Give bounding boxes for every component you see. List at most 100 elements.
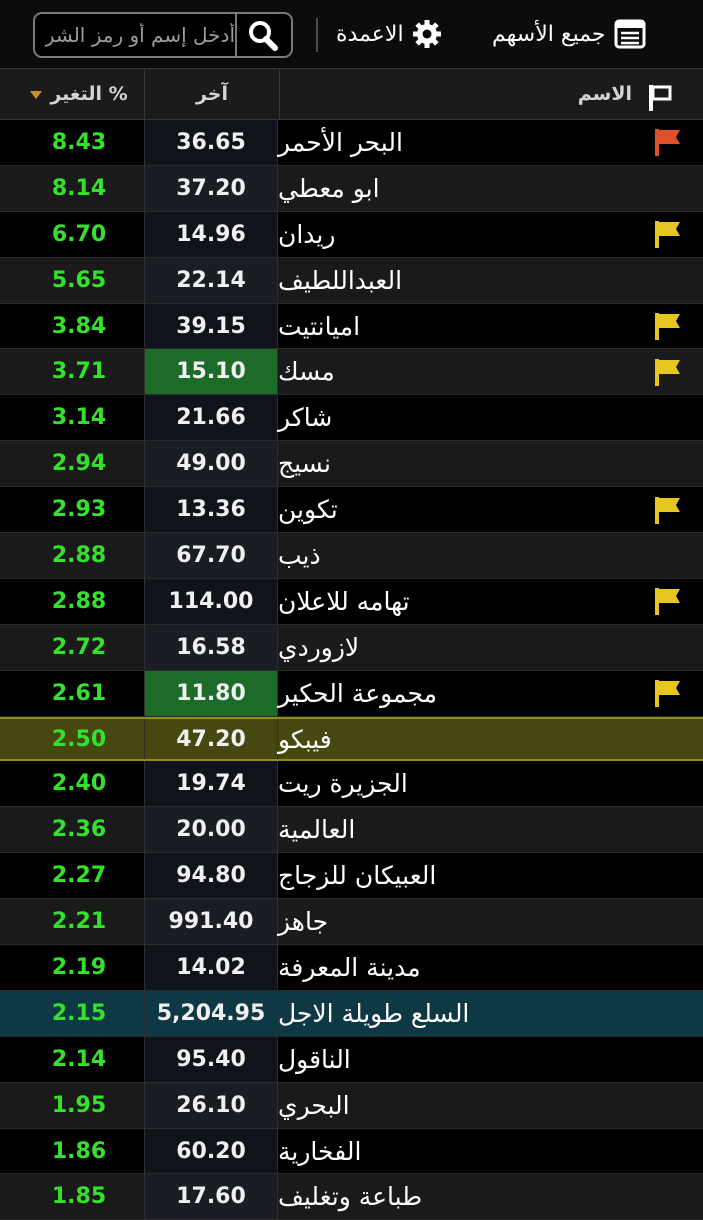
- last-price-cell: 47.20: [144, 718, 278, 760]
- column-header-flag[interactable]: [648, 81, 688, 111]
- last-price-cell: 37.20: [144, 165, 278, 211]
- search-input[interactable]: [39, 18, 241, 52]
- table-row[interactable]: 2.50 47.20 فيبكو: [0, 716, 703, 762]
- stock-name-cell: تهامه للاعلان: [278, 586, 410, 616]
- stock-name-cell: الفخارية: [278, 1136, 362, 1166]
- flag-cell[interactable]: [648, 304, 688, 349]
- stock-name-cell: ريدان: [278, 219, 336, 249]
- change-percent-cell: 2.36: [51, 817, 107, 843]
- flag-cell[interactable]: [648, 625, 688, 670]
- gear-icon: [412, 20, 441, 48]
- stock-name-cell: مدينة المعرفة: [278, 952, 421, 982]
- last-price-cell: 26.10: [144, 1082, 278, 1128]
- table-row[interactable]: 2.88 114.00 تهامه للاعلان: [0, 578, 703, 625]
- search-icon[interactable]: [243, 17, 283, 53]
- table-row[interactable]: 3.71 15.10 مسك: [0, 349, 703, 396]
- stocks-table: 8.43 36.65 البحر الأحمر 8.14 37.20 ابو معطي 6.…: [0, 120, 703, 1220]
- flag-cell[interactable]: [648, 761, 688, 806]
- flag-cell[interactable]: [648, 487, 688, 532]
- column-header-name[interactable]: الاسم: [278, 69, 632, 119]
- stock-name-cell: البحر الأحمر: [278, 127, 403, 157]
- change-percent-cell: 3.71: [51, 359, 107, 385]
- table-row[interactable]: 8.14 37.20 ابو معطي: [0, 165, 703, 212]
- yellow-flag-icon: [655, 313, 680, 340]
- stock-name-cell: اميانتيت: [278, 311, 361, 341]
- flag-cell[interactable]: [648, 395, 688, 440]
- last-price-cell: 114.00: [144, 578, 278, 624]
- flag-cell[interactable]: [648, 719, 688, 760]
- last-price-cell: 22.14: [144, 257, 278, 303]
- table-row[interactable]: 2.27 94.80 العبيكان للزجاج: [0, 853, 703, 900]
- table-row[interactable]: 2.88 67.70 ذيب: [0, 533, 703, 579]
- table-row[interactable]: 2.15 5,204.95 السلع طويلة الاجل: [0, 990, 703, 1037]
- flag-cell[interactable]: [648, 1037, 688, 1082]
- yellow-flag-icon: [655, 496, 680, 524]
- table-row[interactable]: 2.36 20.00 العالمية: [0, 807, 703, 854]
- stock-name-cell: فيبكو: [278, 724, 332, 754]
- table-row[interactable]: 5.65 22.14 العبداللطيف: [0, 257, 703, 304]
- change-percent-cell: 8.14: [51, 175, 107, 201]
- table-row[interactable]: 2.21 991.40 جاهز: [0, 899, 703, 946]
- change-percent-cell: 6.70: [51, 221, 107, 247]
- change-percent-cell: 1.86: [51, 1138, 107, 1164]
- stock-name-cell: العبداللطيف: [278, 265, 403, 295]
- table-row[interactable]: 2.93 13.36 تكوين: [0, 487, 703, 534]
- flag-cell[interactable]: [648, 671, 688, 716]
- table-row[interactable]: 3.84 39.15 اميانتيت: [0, 303, 703, 350]
- table-row[interactable]: 2.61 11.80 مجموعة الحكير: [0, 670, 703, 717]
- table-row[interactable]: 2.14 95.40 الناقول: [0, 1036, 703, 1083]
- top-toolbar: الاعمدة جميع الأسهم: [0, 0, 703, 68]
- search-divider: [235, 14, 237, 56]
- table-row[interactable]: 6.70 14.96 ريدان: [0, 211, 703, 258]
- table-row[interactable]: 8.43 36.65 البحر الأحمر: [0, 120, 703, 166]
- column-header-change[interactable]: التغير %: [14, 69, 144, 119]
- flag-cell[interactable]: [648, 120, 688, 165]
- change-percent-cell: 1.95: [51, 1092, 107, 1118]
- table-row[interactable]: 2.94 49.00 نسيج: [0, 441, 703, 488]
- table-row[interactable]: 2.19 14.02 مدينة المعرفة: [0, 945, 703, 991]
- stock-name-cell: العبيكان للزجاج: [278, 861, 437, 891]
- stock-name-cell: البحري: [278, 1090, 350, 1120]
- all-stocks-button[interactable]: جميع الأسهم: [492, 10, 646, 58]
- flag-cell[interactable]: [648, 945, 688, 990]
- flag-cell[interactable]: [648, 807, 688, 852]
- table-row[interactable]: 1.85 17.60 طباعة وتغليف: [0, 1174, 703, 1220]
- flag-cell[interactable]: [648, 1129, 688, 1174]
- change-percent-cell: 2.72: [51, 634, 107, 660]
- table-row[interactable]: 1.95 26.10 البحري: [0, 1082, 703, 1129]
- flag-cell[interactable]: [648, 349, 688, 394]
- last-price-cell: 15.10: [144, 349, 278, 395]
- flag-cell[interactable]: [648, 1083, 688, 1128]
- change-percent-cell: 3.14: [51, 405, 107, 431]
- last-price-cell: 60.20: [144, 1128, 278, 1174]
- flag-cell[interactable]: [648, 166, 688, 211]
- last-price-cell: 5,204.95: [144, 990, 278, 1036]
- change-percent-cell: 2.88: [51, 542, 107, 568]
- columns-button[interactable]: الاعمدة: [336, 10, 442, 58]
- change-percent-cell: 3.84: [51, 313, 107, 339]
- change-percent-cell: 2.19: [51, 954, 107, 980]
- flag-cell[interactable]: [648, 899, 688, 944]
- table-row[interactable]: 1.86 60.20 الفخارية: [0, 1128, 703, 1175]
- stock-name-cell: الجزيرة ريت: [278, 769, 408, 799]
- last-price-cell: 94.80: [144, 853, 278, 899]
- flag-cell[interactable]: [648, 579, 688, 624]
- yellow-flag-icon: [655, 358, 680, 386]
- flag-cell[interactable]: [648, 853, 688, 898]
- flag-cell[interactable]: [648, 1174, 688, 1219]
- table-row[interactable]: 2.72 16.58 لازوردي: [0, 624, 703, 671]
- table-row[interactable]: 2.40 19.74 الجزيرة ريت: [0, 761, 703, 808]
- flag-cell[interactable]: [648, 212, 688, 257]
- change-percent-cell: 2.88: [51, 588, 107, 614]
- table-row[interactable]: 3.14 21.66 شاكر: [0, 395, 703, 442]
- flag-cell[interactable]: [648, 991, 688, 1036]
- flag-cell[interactable]: [648, 258, 688, 303]
- flag-cell[interactable]: [648, 441, 688, 486]
- change-percent-cell: 2.15: [51, 1000, 107, 1026]
- search-box[interactable]: [33, 12, 293, 58]
- last-price-cell: 49.00: [144, 441, 278, 487]
- stock-name-cell: طباعة وتغليف: [278, 1182, 423, 1212]
- change-percent-cell: 2.27: [51, 863, 107, 889]
- flag-cell[interactable]: [648, 533, 688, 578]
- column-header-last[interactable]: آخر: [144, 69, 280, 119]
